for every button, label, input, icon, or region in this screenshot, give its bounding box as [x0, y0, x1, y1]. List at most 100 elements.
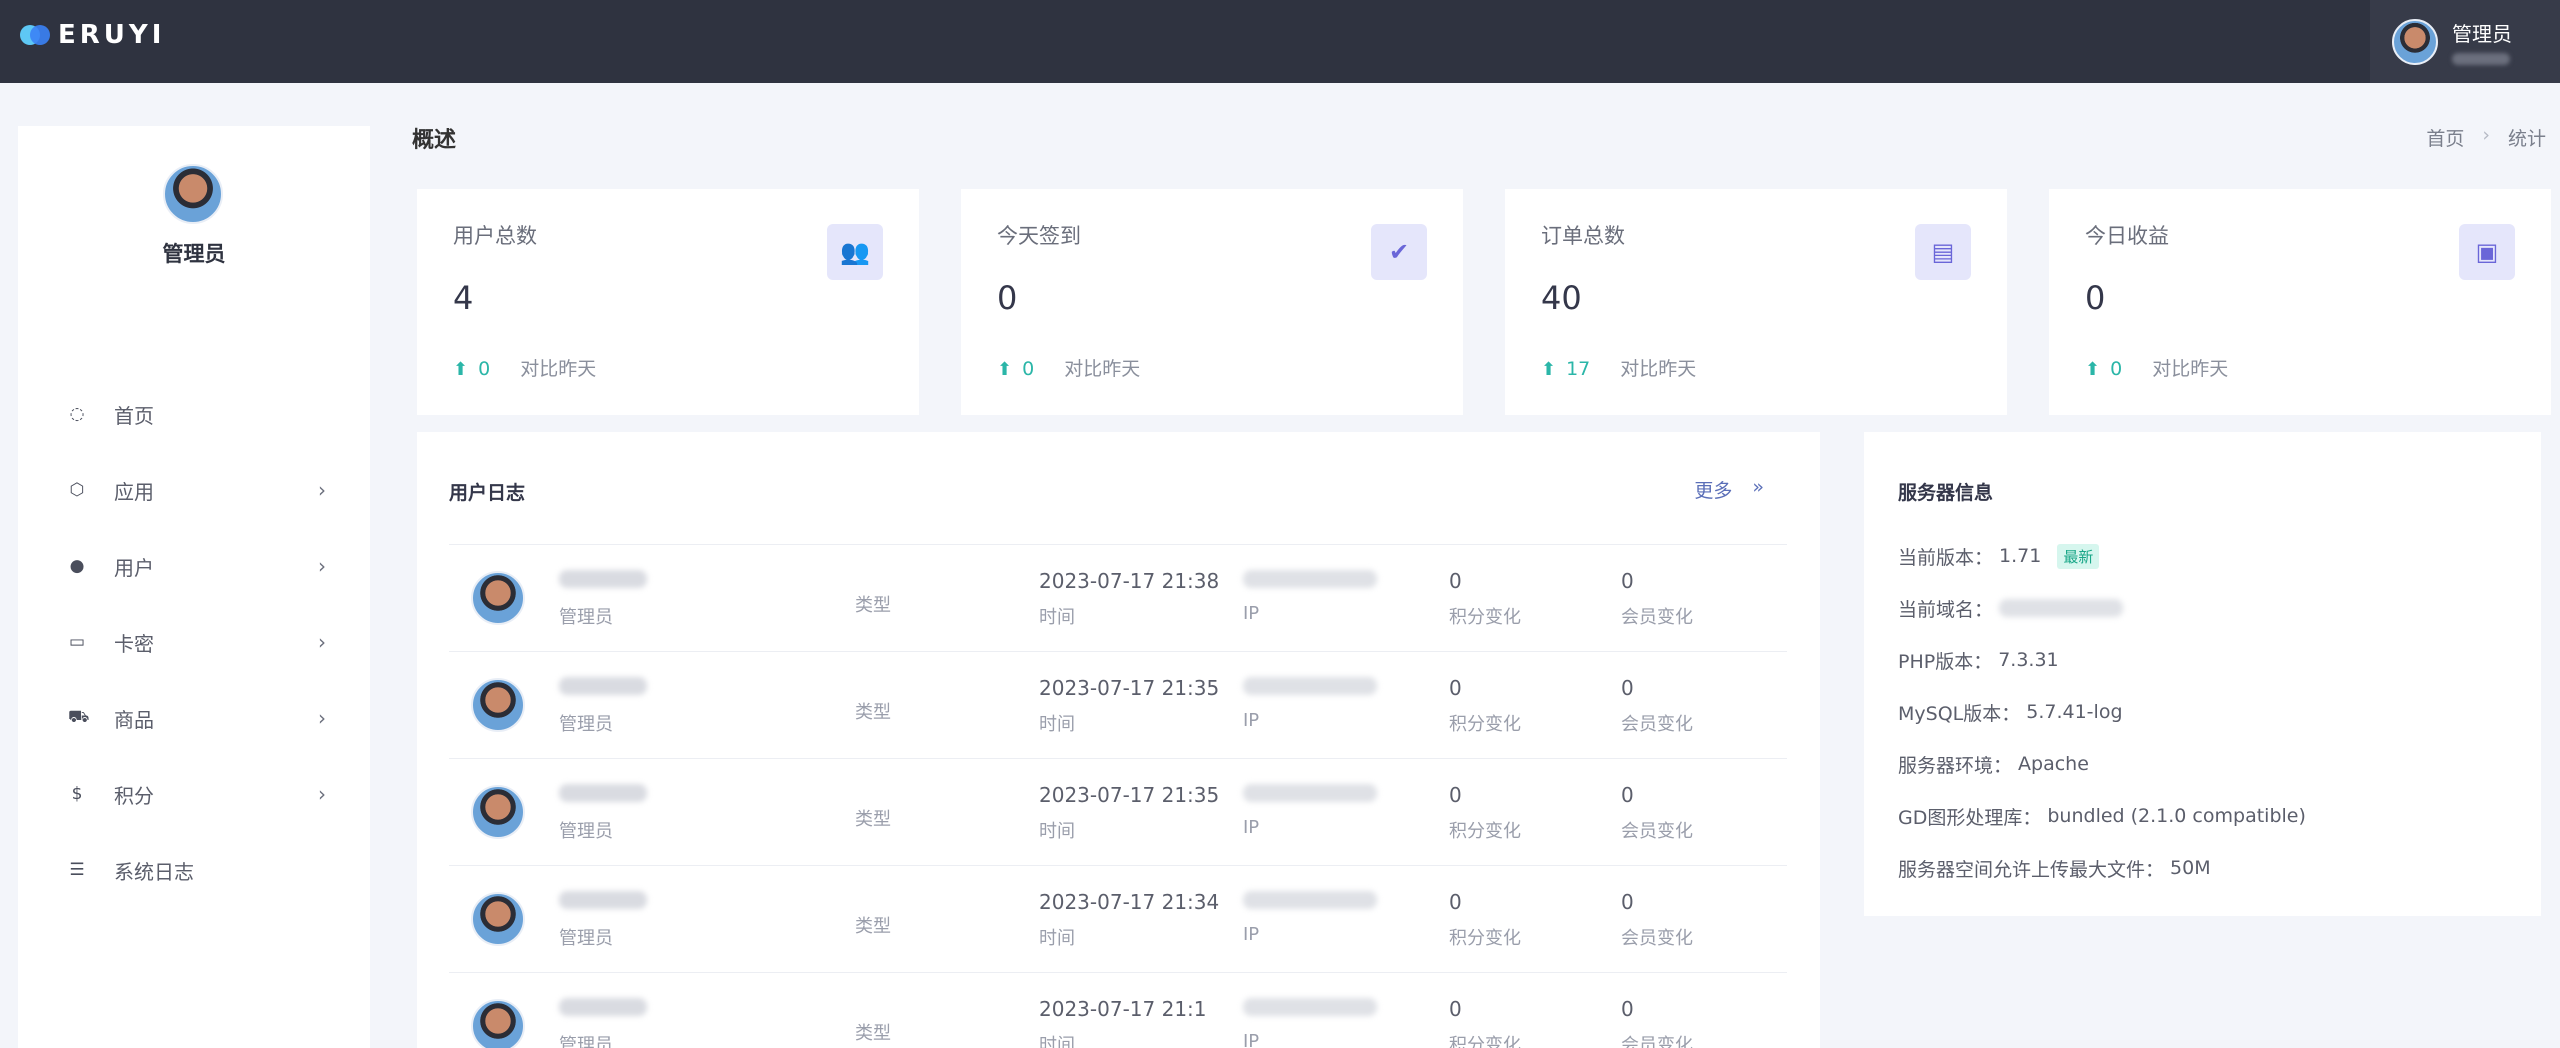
domain-redacted: [1999, 599, 2124, 617]
server-value: 7.3.31: [1998, 649, 2059, 671]
user-role: 管理员: [559, 1035, 613, 1048]
avatar: [2392, 18, 2438, 65]
stat-compare-label: 对比昨天: [1620, 358, 1697, 380]
cell-time: 2023-07-17 21:1 时间: [1039, 997, 1207, 1048]
stat-label: 用户总数: [453, 224, 537, 248]
points-change: 0: [1449, 997, 1462, 1021]
arrow-up-icon: ⬆: [2085, 359, 2101, 380]
avatar: [471, 999, 525, 1048]
user-check-icon: ✔: [1371, 224, 1427, 280]
member-change: 0: [1621, 997, 1634, 1021]
server-label: MySQL版本：: [1898, 702, 2021, 725]
user-menu[interactable]: 管理员: [2370, 0, 2560, 83]
points-label: 积分变化: [1449, 928, 1521, 949]
cell-points: 0 积分变化: [1449, 783, 1521, 843]
sidebar-item-label: 应用: [114, 479, 154, 504]
stat-compare-label: 对比昨天: [1064, 358, 1141, 380]
table-row[interactable]: 管理员 类型 2023-07-17 21:38 时间 IP 0 积分变化 0 会员变化: [449, 545, 1787, 652]
sidebar-item-label: 用户: [114, 555, 154, 580]
table-row[interactable]: 管理员 类型 2023-07-17 21:35 时间 IP 0 积分变化 0 会员变化: [449, 652, 1787, 759]
page-title: 概述: [412, 128, 457, 153]
cell-member: 0 会员变化: [1621, 569, 1693, 629]
member-change: 0: [1621, 569, 1634, 593]
chevron-right-icon: ›: [318, 630, 326, 654]
panel-title: 服务器信息: [1898, 482, 1994, 504]
stat-card-users: 用户总数 4 ⬆ 0 对比昨天 👥: [417, 189, 919, 415]
sidebar-item-system-log[interactable]: ☰ 系统日志: [18, 832, 370, 908]
user-subtitle-blurred: [2452, 53, 2510, 65]
stat-compare-label: 对比昨天: [520, 358, 597, 380]
log-time: 2023-07-17 21:35: [1039, 676, 1220, 700]
cell-user: 管理员: [559, 569, 647, 629]
server-label: 当前域名：: [1898, 598, 1994, 621]
user-role: 管理员: [559, 714, 613, 735]
logo-text: ERUYI: [58, 20, 166, 50]
sidebar-item-users[interactable]: ● 用户 ›: [18, 528, 370, 604]
stat-delta-value: 17: [1566, 358, 1591, 380]
server-value: bundled (2.1.0 compatible): [2047, 805, 2306, 827]
server-label: 服务器空间允许上传最大文件：: [1898, 858, 2165, 881]
points-change: 0: [1449, 676, 1462, 700]
sidebar-item-apps[interactable]: ⬡ 应用 ›: [18, 452, 370, 528]
server-label: 服务器环境：: [1898, 754, 2013, 777]
sidebar-profile: 管理员: [18, 126, 370, 296]
time-label: 时间: [1039, 607, 1075, 628]
time-label: 时间: [1039, 714, 1075, 735]
sidebar-item-cards[interactable]: ▭ 卡密 ›: [18, 604, 370, 680]
sidebar-user-name: 管理员: [162, 242, 226, 266]
stat-card-checkin: 今天签到 0 ⬆ 0 对比昨天 ✔: [961, 189, 1463, 415]
member-change: 0: [1621, 676, 1634, 700]
username-redacted: [559, 891, 647, 909]
username-redacted: [559, 784, 647, 802]
arrow-up-icon: ⬆: [453, 359, 469, 380]
log-list: 管理员 类型 2023-07-17 21:38 时间 IP 0 积分变化 0 会员变化 管理员 类型…: [449, 544, 1787, 1048]
cell-ip: IP: [1243, 569, 1377, 624]
type-label: 类型: [855, 595, 891, 616]
sidebar-item-products[interactable]: ⛟ 商品 ›: [18, 680, 370, 756]
sidebar-item-home[interactable]: ◌ 首页: [18, 376, 370, 452]
time-label: 时间: [1039, 928, 1075, 949]
cell-member: 0 会员变化: [1621, 676, 1693, 736]
server-row-version: 当前版本： 1.71 最新: [1898, 530, 2306, 582]
server-value: 1.71: [1999, 545, 2042, 567]
double-chevron-right-icon: »: [1752, 476, 1764, 498]
table-row[interactable]: 管理员 类型 2023-07-17 21:34 时间 IP 0 积分变化 0 会员变化: [449, 866, 1787, 973]
table-row[interactable]: 管理员 类型 2023-07-17 21:35 时间 IP 0 积分变化 0 会员变化: [449, 759, 1787, 866]
cell-user: 管理员: [559, 997, 647, 1048]
username-redacted: [559, 998, 647, 1016]
arrow-up-icon: ⬆: [997, 359, 1013, 380]
cell-time: 2023-07-17 21:34 时间: [1039, 890, 1219, 950]
panel-title: 用户日志: [449, 482, 526, 504]
member-label: 会员变化: [1621, 607, 1693, 628]
log-icon: ☰: [69, 860, 85, 880]
user-icon: ●: [69, 556, 85, 576]
sidebar-item-points[interactable]: $ 积分 ›: [18, 756, 370, 832]
cell-user: 管理员: [559, 676, 647, 736]
points-label: 积分变化: [1449, 821, 1521, 842]
member-label: 会员变化: [1621, 928, 1693, 949]
stat-value: 0: [997, 279, 1018, 317]
breadcrumb-separator: ›: [2482, 124, 2490, 146]
card-icon: ▭: [68, 632, 86, 652]
member-change: 0: [1621, 783, 1634, 807]
chevron-right-icon: ›: [318, 554, 326, 578]
cell-type: 类型: [855, 1019, 891, 1045]
table-row[interactable]: 管理员 类型 2023-07-17 21:1 时间 IP 0 积分变化 0 会员变化: [449, 973, 1787, 1048]
server-value: 5.7.41-log: [2026, 701, 2123, 723]
avatar[interactable]: [163, 164, 223, 224]
server-row-upload: 服务器空间允许上传最大文件： 50M: [1898, 842, 2306, 894]
cube-icon: ⬡: [69, 480, 85, 500]
ip-redacted: [1243, 891, 1377, 909]
sidebar-item-label: 卡密: [114, 631, 154, 656]
breadcrumb-home[interactable]: 首页: [2426, 124, 2464, 151]
cell-user: 管理员: [559, 783, 647, 843]
app-logo[interactable]: ERUYI: [18, 20, 165, 50]
stat-delta: ⬆ 17 对比昨天: [1541, 354, 1696, 381]
cell-time: 2023-07-17 21:35 时间: [1039, 676, 1219, 736]
sidebar: 管理员 ◌ 首页 ⬡ 应用 › ● 用户 › ▭ 卡密 › ⛟ 商品 › $ 积…: [18, 126, 370, 1048]
server-value: 50M: [2170, 857, 2211, 879]
cell-points: 0 积分变化: [1449, 676, 1521, 736]
stat-label: 今天签到: [997, 224, 1081, 248]
user-log-panel: 用户日志 更多 » 管理员 类型 2023-07-17 21:38 时间 IP 0 积分变化…: [417, 432, 1820, 1048]
more-link[interactable]: 更多 »: [1694, 476, 1764, 503]
